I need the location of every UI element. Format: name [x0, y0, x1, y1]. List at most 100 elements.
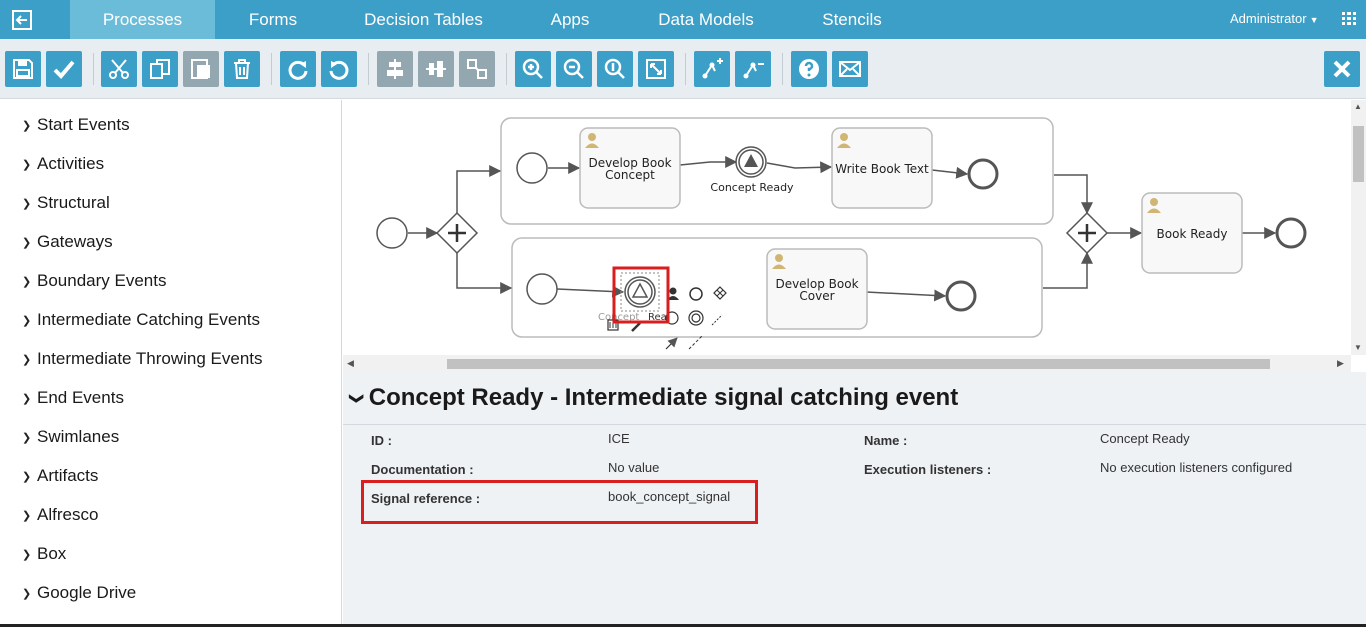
end-event-main[interactable] — [1275, 217, 1307, 249]
zoom-in-button[interactable] — [515, 51, 551, 87]
execution-listeners-label: Execution listeners : — [864, 462, 992, 477]
user-name: Administrator — [1230, 11, 1307, 26]
parallel-gateway-join[interactable] — [1065, 211, 1109, 255]
properties-title[interactable]: ❯ Concept Ready - Intermediate signal ca… — [349, 384, 958, 412]
name-value[interactable]: Concept Ready — [1100, 431, 1190, 446]
checkmark-icon — [53, 60, 75, 79]
task-book-ready[interactable]: Book Ready — [1141, 192, 1243, 274]
cut-button[interactable] — [101, 51, 137, 87]
tab-stencils[interactable]: Stencils — [806, 0, 898, 39]
task-write-book-text[interactable]: Write Book Text — [831, 127, 933, 209]
parallel-gateway-split[interactable] — [435, 211, 479, 255]
task-label-line2: Cover — [799, 289, 834, 303]
chevron-right-icon: ❯ — [22, 431, 32, 444]
toolbar-divider — [368, 53, 369, 85]
palette-group-box[interactable]: ❯ Box — [22, 543, 66, 565]
chevron-right-icon: ❯ — [22, 236, 32, 249]
chevron-down-icon: ❯ — [349, 392, 366, 404]
save-button[interactable] — [5, 51, 41, 87]
start-event-bottom[interactable] — [526, 273, 558, 305]
scroll-down-icon[interactable]: ▼ — [1354, 343, 1362, 352]
scroll-up-icon[interactable]: ▲ — [1354, 102, 1362, 111]
palette-group-structural[interactable]: ❯ Structural — [22, 192, 110, 214]
toolbar-divider — [506, 53, 507, 85]
palette-group-boundary-events[interactable]: ❯ Boundary Events — [22, 270, 166, 292]
editor-toolbar — [0, 39, 1366, 99]
envelope-icon — [839, 61, 861, 77]
zoom-fit-button[interactable] — [638, 51, 674, 87]
palette-group-artifacts[interactable]: ❯ Artifacts — [22, 465, 98, 487]
task-develop-book-cover[interactable]: Develop Book Cover — [766, 248, 868, 330]
tab-processes[interactable]: Processes — [70, 0, 215, 46]
name-label: Name : — [864, 433, 908, 448]
help-icon — [799, 59, 819, 79]
chevron-right-icon: ❯ — [22, 314, 32, 327]
tab-decision-tables[interactable]: Decision Tables — [347, 0, 500, 39]
zoom-actual-button[interactable] — [597, 51, 633, 87]
feedback-button[interactable] — [832, 51, 868, 87]
scissors-icon — [109, 59, 129, 79]
event-label: Concept Ready — [710, 181, 794, 194]
canvas-horizontal-scrollbar[interactable]: ◀ ▶ — [343, 355, 1351, 372]
task-develop-book-concept[interactable]: Develop Book Concept — [579, 127, 681, 209]
scrollbar-thumb[interactable] — [447, 359, 1270, 369]
quick-end-event-icon[interactable] — [689, 287, 703, 301]
palette-group-activities[interactable]: ❯ Activities — [22, 153, 104, 175]
validate-button[interactable] — [46, 51, 82, 87]
documentation-value[interactable]: No value — [608, 460, 659, 475]
tab-apps[interactable]: Apps — [530, 0, 610, 39]
start-event[interactable] — [376, 217, 408, 249]
zoom-out-icon — [563, 58, 584, 79]
execution-listeners-value[interactable]: No execution listeners configured — [1100, 460, 1292, 475]
id-value[interactable]: ICE — [608, 431, 630, 446]
user-menu[interactable]: Administrator ▼ — [1230, 11, 1319, 26]
scroll-left-icon[interactable]: ◀ — [347, 358, 354, 369]
paste-button[interactable] — [183, 51, 219, 87]
palette-group-swimlanes[interactable]: ❯ Swimlanes — [22, 426, 119, 448]
remove-bendpoint-button[interactable] — [735, 51, 771, 87]
palette-group-alfresco[interactable]: ❯ Alfresco — [22, 504, 98, 526]
palette-group-intermediate-catching-events[interactable]: ❯ Intermediate Catching Events — [22, 309, 260, 331]
chevron-right-icon: ❯ — [22, 119, 32, 132]
tab-data-models[interactable]: Data Models — [645, 0, 767, 39]
undo-icon — [329, 60, 349, 80]
canvas-vertical-scrollbar[interactable]: ▲ ▼ — [1351, 100, 1366, 355]
scroll-right-icon[interactable]: ▶ — [1337, 358, 1344, 369]
align-vertical-button[interactable] — [418, 51, 454, 87]
align-horizontal-button[interactable] — [377, 51, 413, 87]
palette-group-google-drive[interactable]: ❯ Google Drive — [22, 582, 136, 604]
palette-group-start-events[interactable]: ❯ Start Events — [22, 114, 130, 136]
add-bendpoint-button[interactable] — [694, 51, 730, 87]
zoom-fit-icon — [646, 59, 666, 79]
chevron-right-icon: ❯ — [22, 509, 32, 522]
palette-group-intermediate-throwing-events[interactable]: ❯ Intermediate Throwing Events — [22, 348, 263, 370]
highlight-box-signal-reference — [361, 480, 758, 524]
start-event-top[interactable] — [516, 152, 548, 184]
quick-intermediate-event-icon[interactable] — [688, 310, 704, 326]
zoom-out-button[interactable] — [556, 51, 592, 87]
chevron-right-icon: ❯ — [22, 353, 32, 366]
redo-button[interactable] — [280, 51, 316, 87]
add-bendpoint-icon — [702, 58, 723, 79]
undo-button[interactable] — [321, 51, 357, 87]
same-size-button[interactable] — [459, 51, 495, 87]
back-icon[interactable] — [0, 0, 44, 39]
diagram-canvas[interactable]: Develop Book Concept Concept Ready Write… — [343, 100, 1351, 355]
palette-group-gateways[interactable]: ❯ Gateways — [22, 231, 113, 253]
help-button[interactable] — [791, 51, 827, 87]
zoom-in-icon — [522, 58, 543, 79]
quick-sequence-flow-icon[interactable] — [665, 337, 678, 350]
toolbar-divider — [271, 53, 272, 85]
chevron-right-icon: ❯ — [22, 587, 32, 600]
shape-palette: ❯ Start Events ❯ Activities ❯ Structural ❯ G… — [0, 100, 342, 627]
quick-dashed-association-icon[interactable] — [688, 335, 703, 350]
end-event-bottom[interactable] — [945, 280, 977, 312]
palette-group-end-events[interactable]: ❯ End Events — [22, 387, 124, 409]
delete-button[interactable] — [224, 51, 260, 87]
end-event-top[interactable] — [967, 158, 999, 190]
scrollbar-thumb[interactable] — [1353, 126, 1364, 182]
apps-grid-icon[interactable] — [1342, 12, 1356, 31]
tab-forms[interactable]: Forms — [215, 0, 331, 39]
copy-button[interactable] — [142, 51, 178, 87]
close-editor-button[interactable] — [1324, 51, 1360, 87]
